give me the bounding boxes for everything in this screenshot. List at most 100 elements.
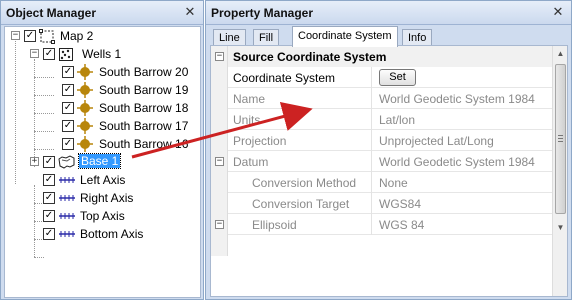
- tree-item-label: Bottom Axis: [80, 227, 144, 241]
- object-manager-panel: Object Manager ✕ − ✓ Map 2 − ✓ Wells 1 ✓…: [0, 0, 204, 300]
- property-value: Unprojected Lat/Long: [379, 134, 494, 148]
- scroll-down-icon[interactable]: ▼: [553, 220, 567, 235]
- collapse-icon[interactable]: −: [215, 157, 224, 166]
- property-row-ellipsoid[interactable]: − Ellipsoid WGS 84: [211, 214, 552, 235]
- tree-item-label: South Barrow 18: [99, 101, 189, 115]
- property-row-coordinate-system[interactable]: Coordinate System Set: [211, 67, 552, 88]
- axis-icon: [58, 190, 76, 206]
- axis-icon: [58, 226, 76, 242]
- property-row-name[interactable]: Name World Geodetic System 1984: [211, 88, 552, 109]
- set-button[interactable]: Set: [379, 69, 416, 86]
- map-frame-icon: [39, 28, 57, 44]
- tree-item-wells-1[interactable]: − ✓ Wells 1: [5, 45, 200, 63]
- collapse-icon[interactable]: −: [30, 49, 39, 58]
- tree-item-base-1[interactable]: + ✓ Base 1: [5, 153, 200, 171]
- well-symbol-icon: [77, 64, 95, 80]
- visibility-checkbox[interactable]: ✓: [62, 138, 74, 150]
- tree-item-south-barrow-19[interactable]: ✓ South Barrow 19: [5, 81, 200, 99]
- collapse-icon[interactable]: −: [215, 220, 224, 229]
- visibility-checkbox[interactable]: ✓: [43, 156, 55, 168]
- tab-fill[interactable]: Fill: [253, 29, 280, 46]
- tree-item-label: South Barrow 16: [99, 137, 189, 151]
- property-value: None: [379, 176, 408, 190]
- property-row-datum[interactable]: − Datum World Geodetic System 1984: [211, 151, 552, 172]
- visibility-checkbox[interactable]: ✓: [43, 228, 55, 240]
- tree-item-south-barrow-17[interactable]: ✓ South Barrow 17: [5, 117, 200, 135]
- well-symbol-icon: [77, 118, 95, 134]
- property-row-partial: [211, 235, 552, 256]
- tree-item-label: Base 1: [77, 153, 122, 169]
- visibility-checkbox[interactable]: ✓: [43, 174, 55, 186]
- vertical-scrollbar[interactable]: ▲ ▼: [552, 46, 567, 296]
- tree-item-label: Left Axis: [80, 173, 126, 187]
- tree-item-label: South Barrow 20: [99, 65, 189, 79]
- tree-item-right-axis[interactable]: ✓ Right Axis: [5, 189, 200, 207]
- expand-icon[interactable]: +: [30, 157, 39, 166]
- property-row-projection[interactable]: Projection Unprojected Lat/Long: [211, 130, 552, 151]
- object-manager-titlebar: Object Manager ✕: [1, 1, 203, 25]
- tree-item-bottom-axis[interactable]: ✓ Bottom Axis: [5, 225, 200, 243]
- visibility-checkbox[interactable]: ✓: [62, 120, 74, 132]
- tree-item-left-axis[interactable]: ✓ Left Axis: [5, 171, 200, 189]
- property-name: Projection: [228, 130, 372, 151]
- property-name: Name: [228, 88, 372, 109]
- well-symbol-icon: [77, 82, 95, 98]
- tree-item-map-2[interactable]: − ✓ Map 2: [5, 27, 200, 45]
- property-value: WGS 84: [379, 218, 425, 232]
- property-grid: − Source Coordinate System Coordinate Sy…: [210, 45, 568, 297]
- property-row-conversion-target[interactable]: Conversion Target WGS84: [211, 193, 552, 214]
- property-tabs: Line Fill Coordinate System Info: [210, 26, 568, 47]
- tree-item-south-barrow-20[interactable]: ✓ South Barrow 20: [5, 63, 200, 81]
- collapse-icon[interactable]: −: [215, 52, 224, 61]
- visibility-checkbox[interactable]: ✓: [43, 48, 55, 60]
- property-manager-titlebar: Property Manager ✕: [206, 1, 571, 25]
- well-symbol-icon: [77, 100, 95, 116]
- visibility-checkbox[interactable]: ✓: [24, 30, 36, 42]
- property-name: Coordinate System: [228, 67, 372, 88]
- property-value: WGS84: [379, 197, 422, 211]
- category-label: Source Coordinate System: [228, 46, 552, 67]
- close-icon[interactable]: ✕: [551, 4, 565, 20]
- tab-info[interactable]: Info: [402, 29, 433, 46]
- property-name: Ellipsoid: [228, 214, 372, 235]
- tab-coordinate-system[interactable]: Coordinate System: [292, 26, 398, 47]
- base-map-icon: [58, 154, 76, 170]
- tree-item-label: South Barrow 19: [99, 83, 189, 97]
- visibility-checkbox[interactable]: ✓: [43, 192, 55, 204]
- visibility-checkbox[interactable]: ✓: [62, 102, 74, 114]
- tree-item-label: Top Axis: [80, 209, 125, 223]
- property-row-conversion-method[interactable]: Conversion Method None: [211, 172, 552, 193]
- property-row-units[interactable]: Units Lat/lon: [211, 109, 552, 130]
- property-manager-panel: Property Manager ✕ Line Fill Coordinate …: [205, 0, 572, 300]
- visibility-checkbox[interactable]: ✓: [62, 84, 74, 96]
- collapse-icon[interactable]: −: [11, 31, 20, 40]
- object-tree: − ✓ Map 2 − ✓ Wells 1 ✓ South Barrow 20 …: [4, 26, 201, 298]
- close-icon[interactable]: ✕: [183, 4, 197, 20]
- tree-item-top-axis[interactable]: ✓ Top Axis: [5, 207, 200, 225]
- visibility-checkbox[interactable]: ✓: [62, 66, 74, 78]
- axis-icon: [58, 208, 76, 224]
- property-name: Units: [228, 109, 372, 130]
- scrollbar-thumb[interactable]: [555, 64, 566, 214]
- property-manager-title: Property Manager: [211, 6, 314, 20]
- object-manager-title: Object Manager: [6, 6, 97, 20]
- property-name: Conversion Target: [228, 193, 372, 214]
- property-value: Lat/lon: [379, 113, 416, 127]
- tree-item-south-barrow-16[interactable]: ✓ South Barrow 16: [5, 135, 200, 153]
- property-value: World Geodetic System 1984: [379, 92, 535, 106]
- tab-line[interactable]: Line: [213, 29, 246, 46]
- axis-icon: [58, 172, 76, 188]
- tree-item-label: South Barrow 17: [99, 119, 189, 133]
- tree-item-label: Right Axis: [80, 191, 134, 205]
- category-row[interactable]: − Source Coordinate System: [211, 46, 552, 67]
- tree-item-label: Map 2: [60, 29, 94, 43]
- tree-item-label: Wells 1: [82, 47, 122, 61]
- property-name: Conversion Method: [228, 172, 372, 193]
- tree-item-south-barrow-18[interactable]: ✓ South Barrow 18: [5, 99, 200, 117]
- well-symbol-icon: [77, 136, 95, 152]
- visibility-checkbox[interactable]: ✓: [43, 210, 55, 222]
- scroll-up-icon[interactable]: ▲: [553, 46, 567, 61]
- point-layer-icon: [58, 46, 76, 62]
- property-value: World Geodetic System 1984: [379, 155, 535, 169]
- property-name: Datum: [228, 151, 372, 172]
